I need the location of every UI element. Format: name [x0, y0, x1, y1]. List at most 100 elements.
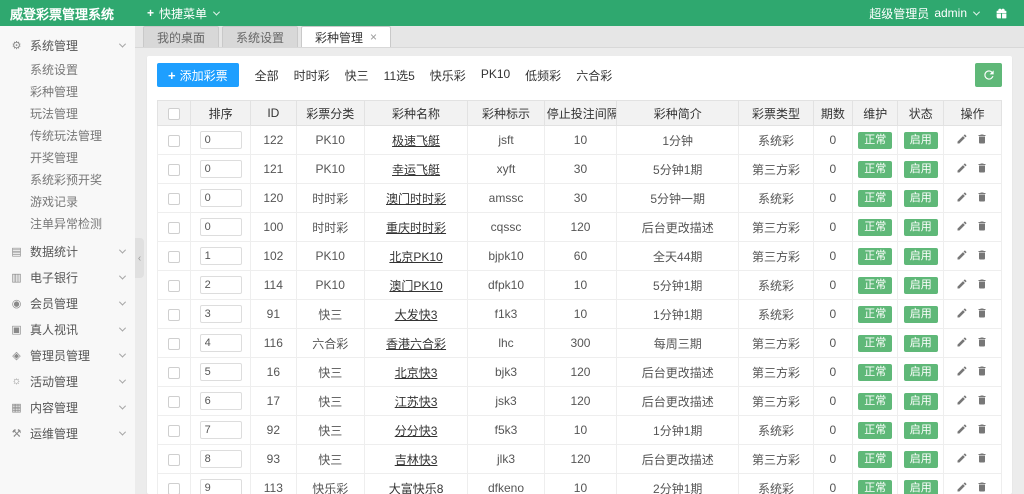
row-checkbox[interactable] [168, 453, 181, 466]
lottery-name-link[interactable]: 澳门PK10 [389, 279, 442, 293]
lottery-name-link[interactable]: 分分快3 [395, 424, 438, 438]
refresh-button[interactable] [975, 63, 1002, 87]
filter-link[interactable]: 六合彩 [576, 67, 612, 84]
maintain-badge[interactable]: 正常 [858, 334, 893, 352]
sort-input[interactable] [199, 450, 242, 468]
lottery-name-link[interactable]: 幸运飞艇 [392, 163, 440, 177]
sidebar-collapse-handle[interactable]: ‹ [135, 238, 144, 278]
sort-input[interactable] [199, 160, 242, 178]
sidebar-section-gear[interactable]: ⚙ 系统管理 [0, 32, 135, 58]
status-badge[interactable]: 启用 [903, 305, 938, 323]
maintain-badge[interactable]: 正常 [858, 479, 893, 494]
delete-icon[interactable] [976, 481, 988, 494]
filter-link[interactable]: 快乐彩 [430, 67, 466, 84]
edit-icon[interactable] [956, 481, 968, 494]
lottery-name-link[interactable]: 香港六合彩 [386, 337, 446, 351]
sidebar-item[interactable]: 注单异常检测 [0, 213, 135, 235]
sort-input[interactable] [199, 421, 242, 439]
edit-icon[interactable] [956, 249, 968, 264]
row-checkbox[interactable] [168, 366, 181, 379]
tab[interactable]: 彩种管理 × [301, 26, 392, 47]
status-badge[interactable]: 启用 [903, 392, 938, 410]
edit-icon[interactable] [956, 365, 968, 380]
sort-input[interactable] [199, 479, 242, 494]
sort-input[interactable] [199, 363, 242, 381]
edit-icon[interactable] [956, 423, 968, 438]
lottery-name-link[interactable]: 澳门时时彩 [386, 192, 446, 206]
sort-input[interactable] [199, 334, 242, 352]
filter-link[interactable]: PK10 [481, 67, 510, 84]
sidebar-section-admin[interactable]: ◈ 管理员管理 [0, 342, 135, 368]
edit-icon[interactable] [956, 278, 968, 293]
delete-icon[interactable] [976, 336, 988, 351]
maintain-badge[interactable]: 正常 [858, 247, 893, 265]
edit-icon[interactable] [956, 191, 968, 206]
sidebar-item[interactable]: 游戏记录 [0, 191, 135, 213]
row-checkbox[interactable] [168, 308, 181, 321]
maintain-badge[interactable]: 正常 [858, 131, 893, 149]
filter-link[interactable]: 全部 [255, 67, 279, 84]
status-badge[interactable]: 启用 [903, 276, 938, 294]
filter-link[interactable]: 时时彩 [294, 67, 330, 84]
maintain-badge[interactable]: 正常 [858, 276, 893, 294]
lottery-name-link[interactable]: 大发快3 [395, 308, 438, 322]
edit-icon[interactable] [956, 307, 968, 322]
delete-icon[interactable] [976, 133, 988, 148]
status-badge[interactable]: 启用 [903, 160, 938, 178]
delete-icon[interactable] [976, 278, 988, 293]
row-checkbox[interactable] [168, 221, 181, 234]
delete-icon[interactable] [976, 191, 988, 206]
sidebar-section-members[interactable]: ◉ 会员管理 [0, 290, 135, 316]
status-badge[interactable]: 启用 [903, 334, 938, 352]
status-badge[interactable]: 启用 [903, 189, 938, 207]
maintain-badge[interactable]: 正常 [858, 421, 893, 439]
sort-input[interactable] [199, 305, 242, 323]
row-checkbox[interactable] [168, 192, 181, 205]
edit-icon[interactable] [956, 133, 968, 148]
row-checkbox[interactable] [168, 250, 181, 263]
maintain-badge[interactable]: 正常 [858, 450, 893, 468]
sidebar-item[interactable]: 传统玩法管理 [0, 125, 135, 147]
tab[interactable]: 系统设置 [222, 26, 299, 47]
tab[interactable]: 我的桌面 [143, 26, 220, 47]
status-badge[interactable]: 启用 [903, 450, 938, 468]
sort-input[interactable] [199, 189, 242, 207]
sidebar-section-bank[interactable]: ▥ 电子银行 [0, 264, 135, 290]
select-all-checkbox[interactable] [168, 107, 181, 120]
delete-icon[interactable] [976, 394, 988, 409]
edit-icon[interactable] [956, 336, 968, 351]
close-icon[interactable]: × [370, 31, 377, 43]
delete-icon[interactable] [976, 423, 988, 438]
sidebar-section-chart[interactable]: ▤ 数据统计 [0, 238, 135, 264]
row-checkbox[interactable] [168, 279, 181, 292]
delete-icon[interactable] [976, 452, 988, 467]
lottery-name-link[interactable]: 江苏快3 [395, 395, 438, 409]
delete-icon[interactable] [976, 249, 988, 264]
lottery-name-link[interactable]: 重庆时时彩 [386, 221, 446, 235]
sidebar-item[interactable]: 开奖管理 [0, 147, 135, 169]
sidebar-section-content[interactable]: ▦ 内容管理 [0, 394, 135, 420]
sidebar-item[interactable]: 玩法管理 [0, 103, 135, 125]
sort-input[interactable] [199, 276, 242, 294]
filter-link[interactable]: 低频彩 [525, 67, 561, 84]
delete-icon[interactable] [976, 162, 988, 177]
delete-icon[interactable] [976, 365, 988, 380]
row-checkbox[interactable] [168, 134, 181, 147]
sort-input[interactable] [199, 392, 242, 410]
maintain-badge[interactable]: 正常 [858, 218, 893, 236]
status-badge[interactable]: 启用 [903, 131, 938, 149]
lottery-name-link[interactable]: 极速飞艇 [392, 134, 440, 148]
lottery-name-link[interactable]: 吉林快3 [395, 453, 438, 467]
edit-icon[interactable] [956, 162, 968, 177]
sidebar-section-video[interactable]: ▣ 真人视讯 [0, 316, 135, 342]
sort-input[interactable] [199, 131, 242, 149]
row-checkbox[interactable] [168, 482, 181, 494]
quick-menu-button[interactable]: + 快捷菜单 [147, 5, 221, 22]
lottery-name-link[interactable]: 北京快3 [395, 366, 438, 380]
maintain-badge[interactable]: 正常 [858, 160, 893, 178]
status-badge[interactable]: 启用 [903, 363, 938, 381]
sort-input[interactable] [199, 218, 242, 236]
sort-input[interactable] [199, 247, 242, 265]
maintain-badge[interactable]: 正常 [858, 363, 893, 381]
sidebar-item[interactable]: 系统设置 [0, 59, 135, 81]
